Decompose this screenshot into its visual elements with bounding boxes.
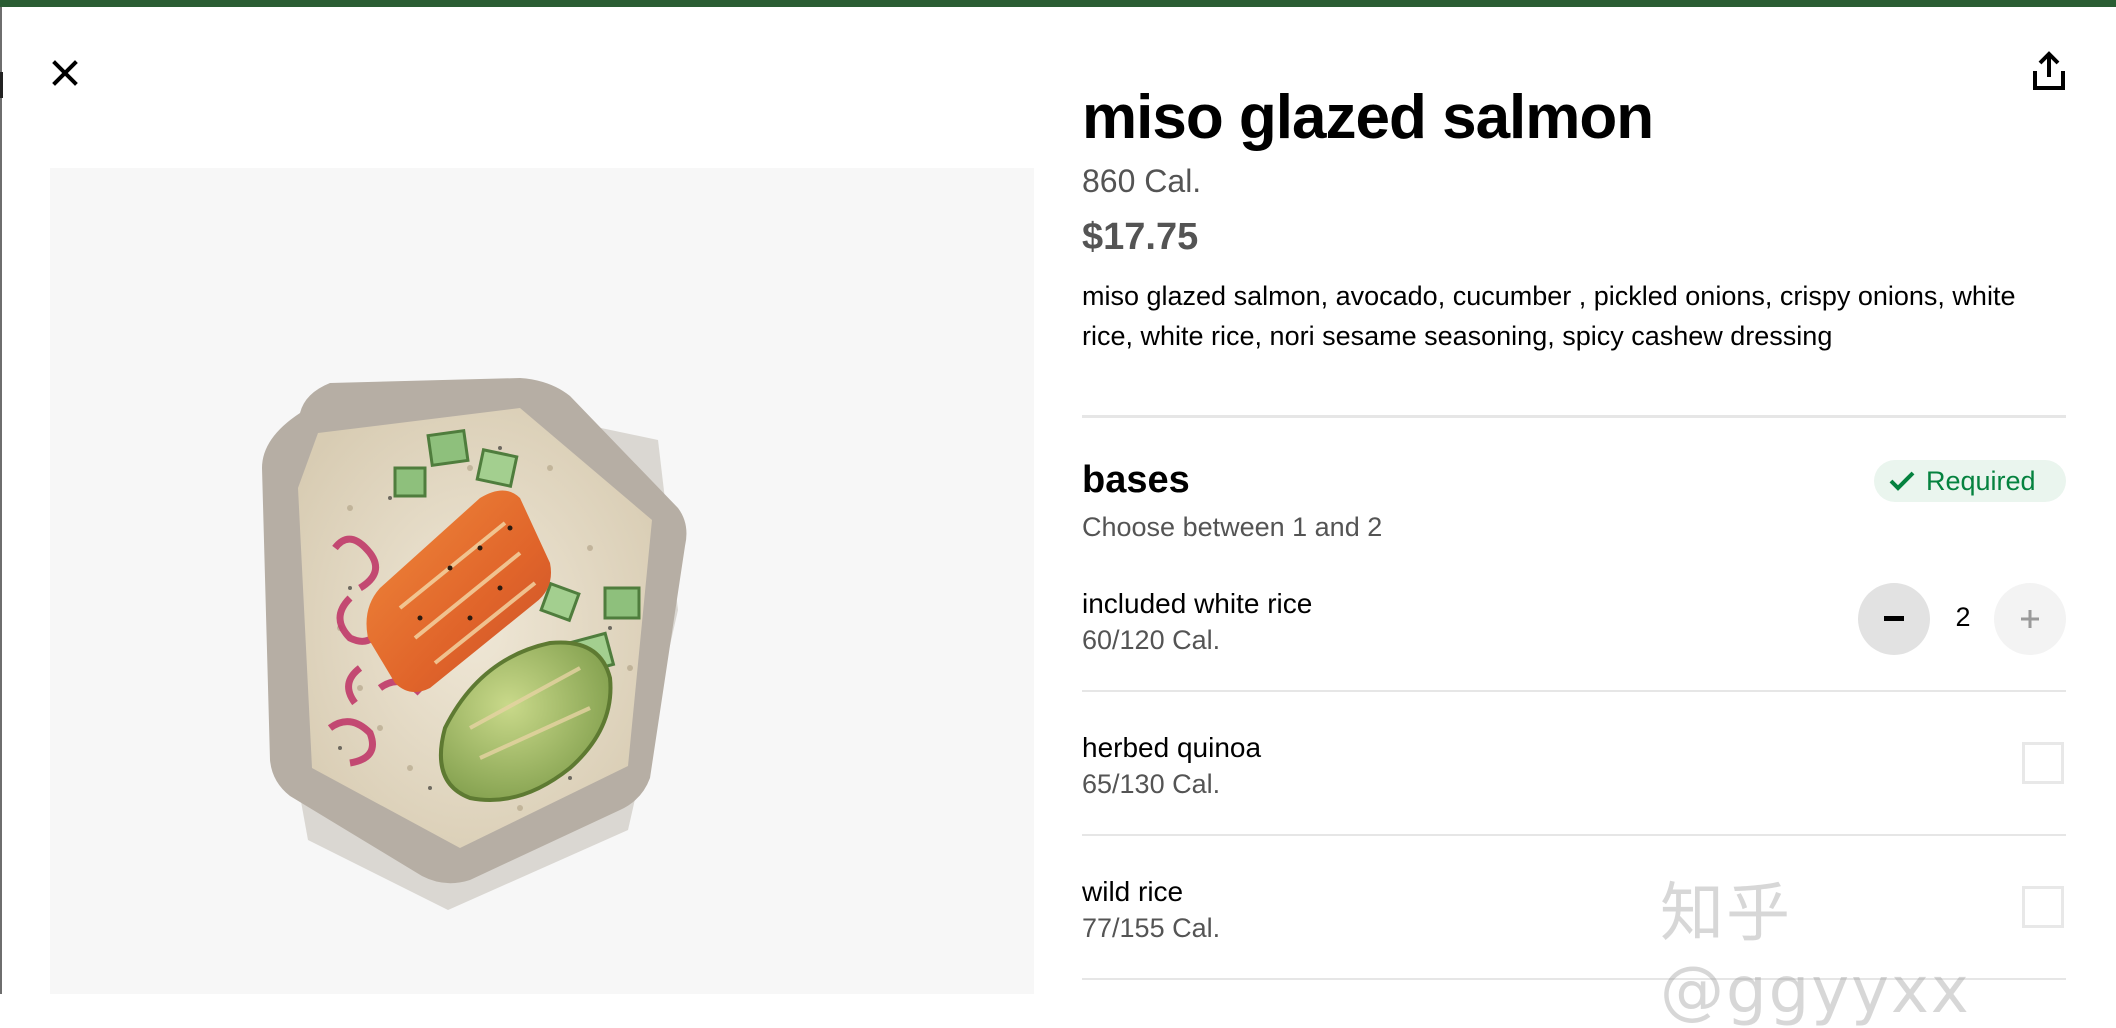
- watermark: 知乎 @ggyyxx: [1660, 877, 1971, 1028]
- check-icon: [1889, 471, 1915, 491]
- item-details: miso glazed salmon 860 Cal. $17.75 miso …: [1082, 80, 2066, 356]
- option-divider: [1082, 690, 2066, 692]
- increment-button[interactable]: [1994, 583, 2066, 655]
- section-subtitle: Choose between 1 and 2: [1082, 512, 1383, 542]
- top-accent-strip: [0, 0, 2116, 7]
- item-title: miso glazed salmon: [1082, 83, 1654, 152]
- plus-icon: [2021, 610, 2039, 628]
- quantity-value: 2: [1955, 602, 1971, 632]
- item-description: miso glazed salmon, avocado, cucumber , …: [1082, 281, 2016, 351]
- option-name: herbed quinoa: [1082, 732, 1262, 763]
- required-badge: Required: [1874, 460, 2066, 502]
- option-calories: 65/130 Cal.: [1082, 769, 1221, 799]
- minus-icon: [1884, 616, 1904, 621]
- close-button[interactable]: [44, 52, 86, 94]
- option-calories: 60/120 Cal.: [1082, 625, 1221, 655]
- food-photo: [262, 378, 687, 910]
- item-calories: 860 Cal.: [1082, 163, 1202, 199]
- option-name: wild rice: [1082, 876, 1184, 907]
- required-badge-label: Required: [1926, 465, 2036, 496]
- section-divider: [1082, 415, 2066, 418]
- close-icon: [52, 60, 78, 86]
- item-image: [50, 168, 1034, 994]
- herbed-quinoa-checkbox[interactable]: [2022, 742, 2064, 784]
- left-edge-marker: [0, 72, 3, 98]
- section-title: bases: [1082, 459, 1190, 501]
- option-calories: 77/155 Cal.: [1082, 913, 1221, 943]
- item-price: $17.75: [1082, 216, 1199, 258]
- option-name: included white rice: [1082, 588, 1313, 619]
- decrement-button[interactable]: [1858, 583, 1930, 655]
- option-herbed-quinoa[interactable]: herbed quinoa 65/130 Cal.: [1082, 722, 2066, 866]
- left-window-edge: [0, 7, 2, 994]
- option-divider: [1082, 834, 2066, 836]
